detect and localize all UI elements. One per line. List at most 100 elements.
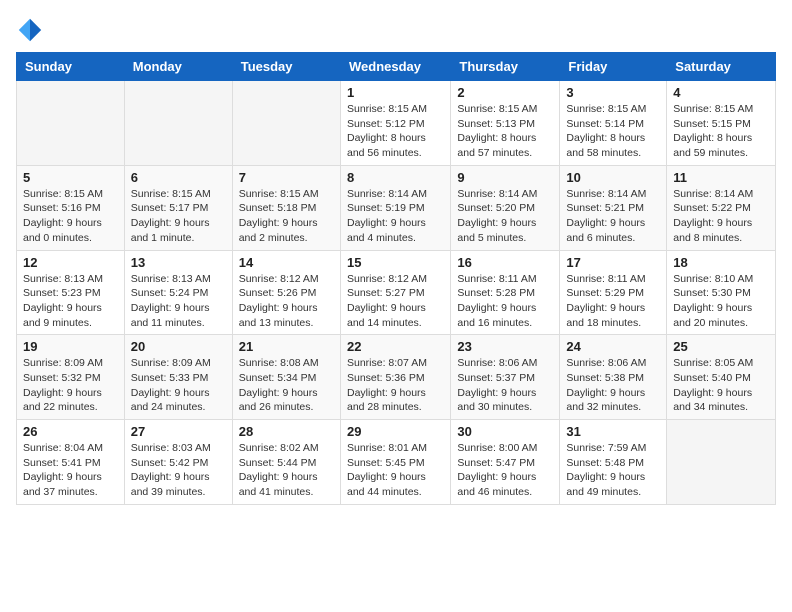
calendar-cell: 30 Sunrise: 8:00 AM Sunset: 5:47 PM Dayli…	[451, 420, 560, 505]
logo-icon	[16, 16, 44, 44]
day-number: 11	[673, 170, 769, 185]
day-info: Sunrise: 8:03 AM Sunset: 5:42 PM Dayligh…	[131, 441, 226, 500]
calendar-cell: 16 Sunrise: 8:11 AM Sunset: 5:28 PM Dayli…	[451, 250, 560, 335]
day-info: Sunrise: 8:09 AM Sunset: 5:33 PM Dayligh…	[131, 356, 226, 415]
day-number: 26	[23, 424, 118, 439]
day-number: 8	[347, 170, 444, 185]
day-number: 9	[457, 170, 553, 185]
day-number: 3	[566, 85, 660, 100]
day-number: 14	[239, 255, 334, 270]
day-info: Sunrise: 8:14 AM Sunset: 5:20 PM Dayligh…	[457, 187, 553, 246]
day-number: 2	[457, 85, 553, 100]
day-number: 30	[457, 424, 553, 439]
calendar-cell: 22Sunrise: 8:07 AM Sunset: 5:36 PM Dayli…	[340, 335, 450, 420]
calendar-cell	[17, 81, 125, 166]
calendar-cell: 28 Sunrise: 8:02 AM Sunset: 5:44 PM Dayli…	[232, 420, 340, 505]
day-info: Sunrise: 8:15 AM Sunset: 5:15 PM Dayligh…	[673, 102, 769, 161]
weekday-header: Wednesday	[340, 53, 450, 81]
day-number: 4	[673, 85, 769, 100]
calendar-cell	[667, 420, 776, 505]
day-number: 17	[566, 255, 660, 270]
calendar-cell: 3 Sunrise: 8:15 AM Sunset: 5:14 PM Daylig…	[560, 81, 667, 166]
calendar-cell: 8 Sunrise: 8:14 AM Sunset: 5:19 PM Daylig…	[340, 165, 450, 250]
day-number: 10	[566, 170, 660, 185]
calendar-cell: 24 Sunrise: 8:06 AM Sunset: 5:38 PM Dayli…	[560, 335, 667, 420]
calendar-cell: 21 Sunrise: 8:08 AM Sunset: 5:34 PM Dayli…	[232, 335, 340, 420]
day-number: 29	[347, 424, 444, 439]
day-info: Sunrise: 8:11 AM Sunset: 5:28 PM Dayligh…	[457, 272, 553, 331]
calendar-cell: 10Sunrise: 8:14 AM Sunset: 5:21 PM Dayli…	[560, 165, 667, 250]
calendar-cell: 7 Sunrise: 8:15 AM Sunset: 5:18 PM Daylig…	[232, 165, 340, 250]
day-info: Sunrise: 8:04 AM Sunset: 5:41 PM Dayligh…	[23, 441, 118, 500]
calendar-week-row: 1 Sunrise: 8:15 AM Sunset: 5:12 PM Daylig…	[17, 81, 776, 166]
weekday-header-row: SundayMondayTuesdayWednesdayThursdayFrid…	[17, 53, 776, 81]
calendar-week-row: 5 Sunrise: 8:15 AM Sunset: 5:16 PM Daylig…	[17, 165, 776, 250]
day-number: 6	[131, 170, 226, 185]
calendar-week-row: 12 Sunrise: 8:13 AM Sunset: 5:23 PM Dayli…	[17, 250, 776, 335]
calendar-week-row: 19 Sunrise: 8:09 AM Sunset: 5:32 PM Dayli…	[17, 335, 776, 420]
day-info: Sunrise: 8:06 AM Sunset: 5:38 PM Dayligh…	[566, 356, 660, 415]
day-info: Sunrise: 8:02 AM Sunset: 5:44 PM Dayligh…	[239, 441, 334, 500]
logo	[16, 16, 48, 44]
calendar-cell: 2Sunrise: 8:15 AM Sunset: 5:13 PM Daylig…	[451, 81, 560, 166]
day-number: 18	[673, 255, 769, 270]
weekday-header: Friday	[560, 53, 667, 81]
weekday-header: Saturday	[667, 53, 776, 81]
calendar: SundayMondayTuesdayWednesdayThursdayFrid…	[16, 52, 776, 505]
day-number: 23	[457, 339, 553, 354]
calendar-cell: 4 Sunrise: 8:15 AM Sunset: 5:15 PM Daylig…	[667, 81, 776, 166]
day-number: 25	[673, 339, 769, 354]
day-info: Sunrise: 8:09 AM Sunset: 5:32 PM Dayligh…	[23, 356, 118, 415]
calendar-cell: 15 Sunrise: 8:12 AM Sunset: 5:27 PM Dayli…	[340, 250, 450, 335]
day-info: Sunrise: 8:15 AM Sunset: 5:14 PM Dayligh…	[566, 102, 660, 161]
calendar-cell: 20 Sunrise: 8:09 AM Sunset: 5:33 PM Dayli…	[124, 335, 232, 420]
day-number: 16	[457, 255, 553, 270]
day-number: 12	[23, 255, 118, 270]
day-number: 5	[23, 170, 118, 185]
day-info: Sunrise: 8:11 AM Sunset: 5:29 PM Dayligh…	[566, 272, 660, 331]
day-info: Sunrise: 8:12 AM Sunset: 5:26 PM Dayligh…	[239, 272, 334, 331]
day-info: Sunrise: 7:59 AM Sunset: 5:48 PM Dayligh…	[566, 441, 660, 500]
calendar-cell: 29Sunrise: 8:01 AM Sunset: 5:45 PM Dayli…	[340, 420, 450, 505]
calendar-cell: 27 Sunrise: 8:03 AM Sunset: 5:42 PM Dayli…	[124, 420, 232, 505]
day-info: Sunrise: 8:12 AM Sunset: 5:27 PM Dayligh…	[347, 272, 444, 331]
calendar-cell: 19 Sunrise: 8:09 AM Sunset: 5:32 PM Dayli…	[17, 335, 125, 420]
day-number: 21	[239, 339, 334, 354]
calendar-cell	[124, 81, 232, 166]
day-info: Sunrise: 8:14 AM Sunset: 5:19 PM Dayligh…	[347, 187, 444, 246]
calendar-cell	[232, 81, 340, 166]
day-number: 19	[23, 339, 118, 354]
day-number: 7	[239, 170, 334, 185]
calendar-cell: 25 Sunrise: 8:05 AM Sunset: 5:40 PM Dayli…	[667, 335, 776, 420]
day-info: Sunrise: 8:00 AM Sunset: 5:47 PM Dayligh…	[457, 441, 553, 500]
day-number: 1	[347, 85, 444, 100]
day-number: 15	[347, 255, 444, 270]
calendar-cell: 23Sunrise: 8:06 AM Sunset: 5:37 PM Dayli…	[451, 335, 560, 420]
day-info: Sunrise: 8:13 AM Sunset: 5:23 PM Dayligh…	[23, 272, 118, 331]
day-number: 24	[566, 339, 660, 354]
calendar-cell: 9 Sunrise: 8:14 AM Sunset: 5:20 PM Daylig…	[451, 165, 560, 250]
calendar-cell: 18Sunrise: 8:10 AM Sunset: 5:30 PM Dayli…	[667, 250, 776, 335]
calendar-week-row: 26 Sunrise: 8:04 AM Sunset: 5:41 PM Dayli…	[17, 420, 776, 505]
day-number: 13	[131, 255, 226, 270]
calendar-cell: 26 Sunrise: 8:04 AM Sunset: 5:41 PM Dayli…	[17, 420, 125, 505]
day-info: Sunrise: 8:15 AM Sunset: 5:18 PM Dayligh…	[239, 187, 334, 246]
day-number: 27	[131, 424, 226, 439]
weekday-header: Tuesday	[232, 53, 340, 81]
page-header	[16, 16, 776, 44]
day-info: Sunrise: 8:15 AM Sunset: 5:17 PM Dayligh…	[131, 187, 226, 246]
day-number: 28	[239, 424, 334, 439]
day-info: Sunrise: 8:08 AM Sunset: 5:34 PM Dayligh…	[239, 356, 334, 415]
day-info: Sunrise: 8:14 AM Sunset: 5:22 PM Dayligh…	[673, 187, 769, 246]
day-info: Sunrise: 8:05 AM Sunset: 5:40 PM Dayligh…	[673, 356, 769, 415]
day-number: 20	[131, 339, 226, 354]
calendar-cell: 13 Sunrise: 8:13 AM Sunset: 5:24 PM Dayli…	[124, 250, 232, 335]
weekday-header: Monday	[124, 53, 232, 81]
calendar-cell: 1 Sunrise: 8:15 AM Sunset: 5:12 PM Daylig…	[340, 81, 450, 166]
day-info: Sunrise: 8:15 AM Sunset: 5:16 PM Dayligh…	[23, 187, 118, 246]
day-info: Sunrise: 8:07 AM Sunset: 5:36 PM Dayligh…	[347, 356, 444, 415]
day-number: 31	[566, 424, 660, 439]
day-info: Sunrise: 8:13 AM Sunset: 5:24 PM Dayligh…	[131, 272, 226, 331]
day-info: Sunrise: 8:15 AM Sunset: 5:12 PM Dayligh…	[347, 102, 444, 161]
calendar-cell: 14 Sunrise: 8:12 AM Sunset: 5:26 PM Dayli…	[232, 250, 340, 335]
